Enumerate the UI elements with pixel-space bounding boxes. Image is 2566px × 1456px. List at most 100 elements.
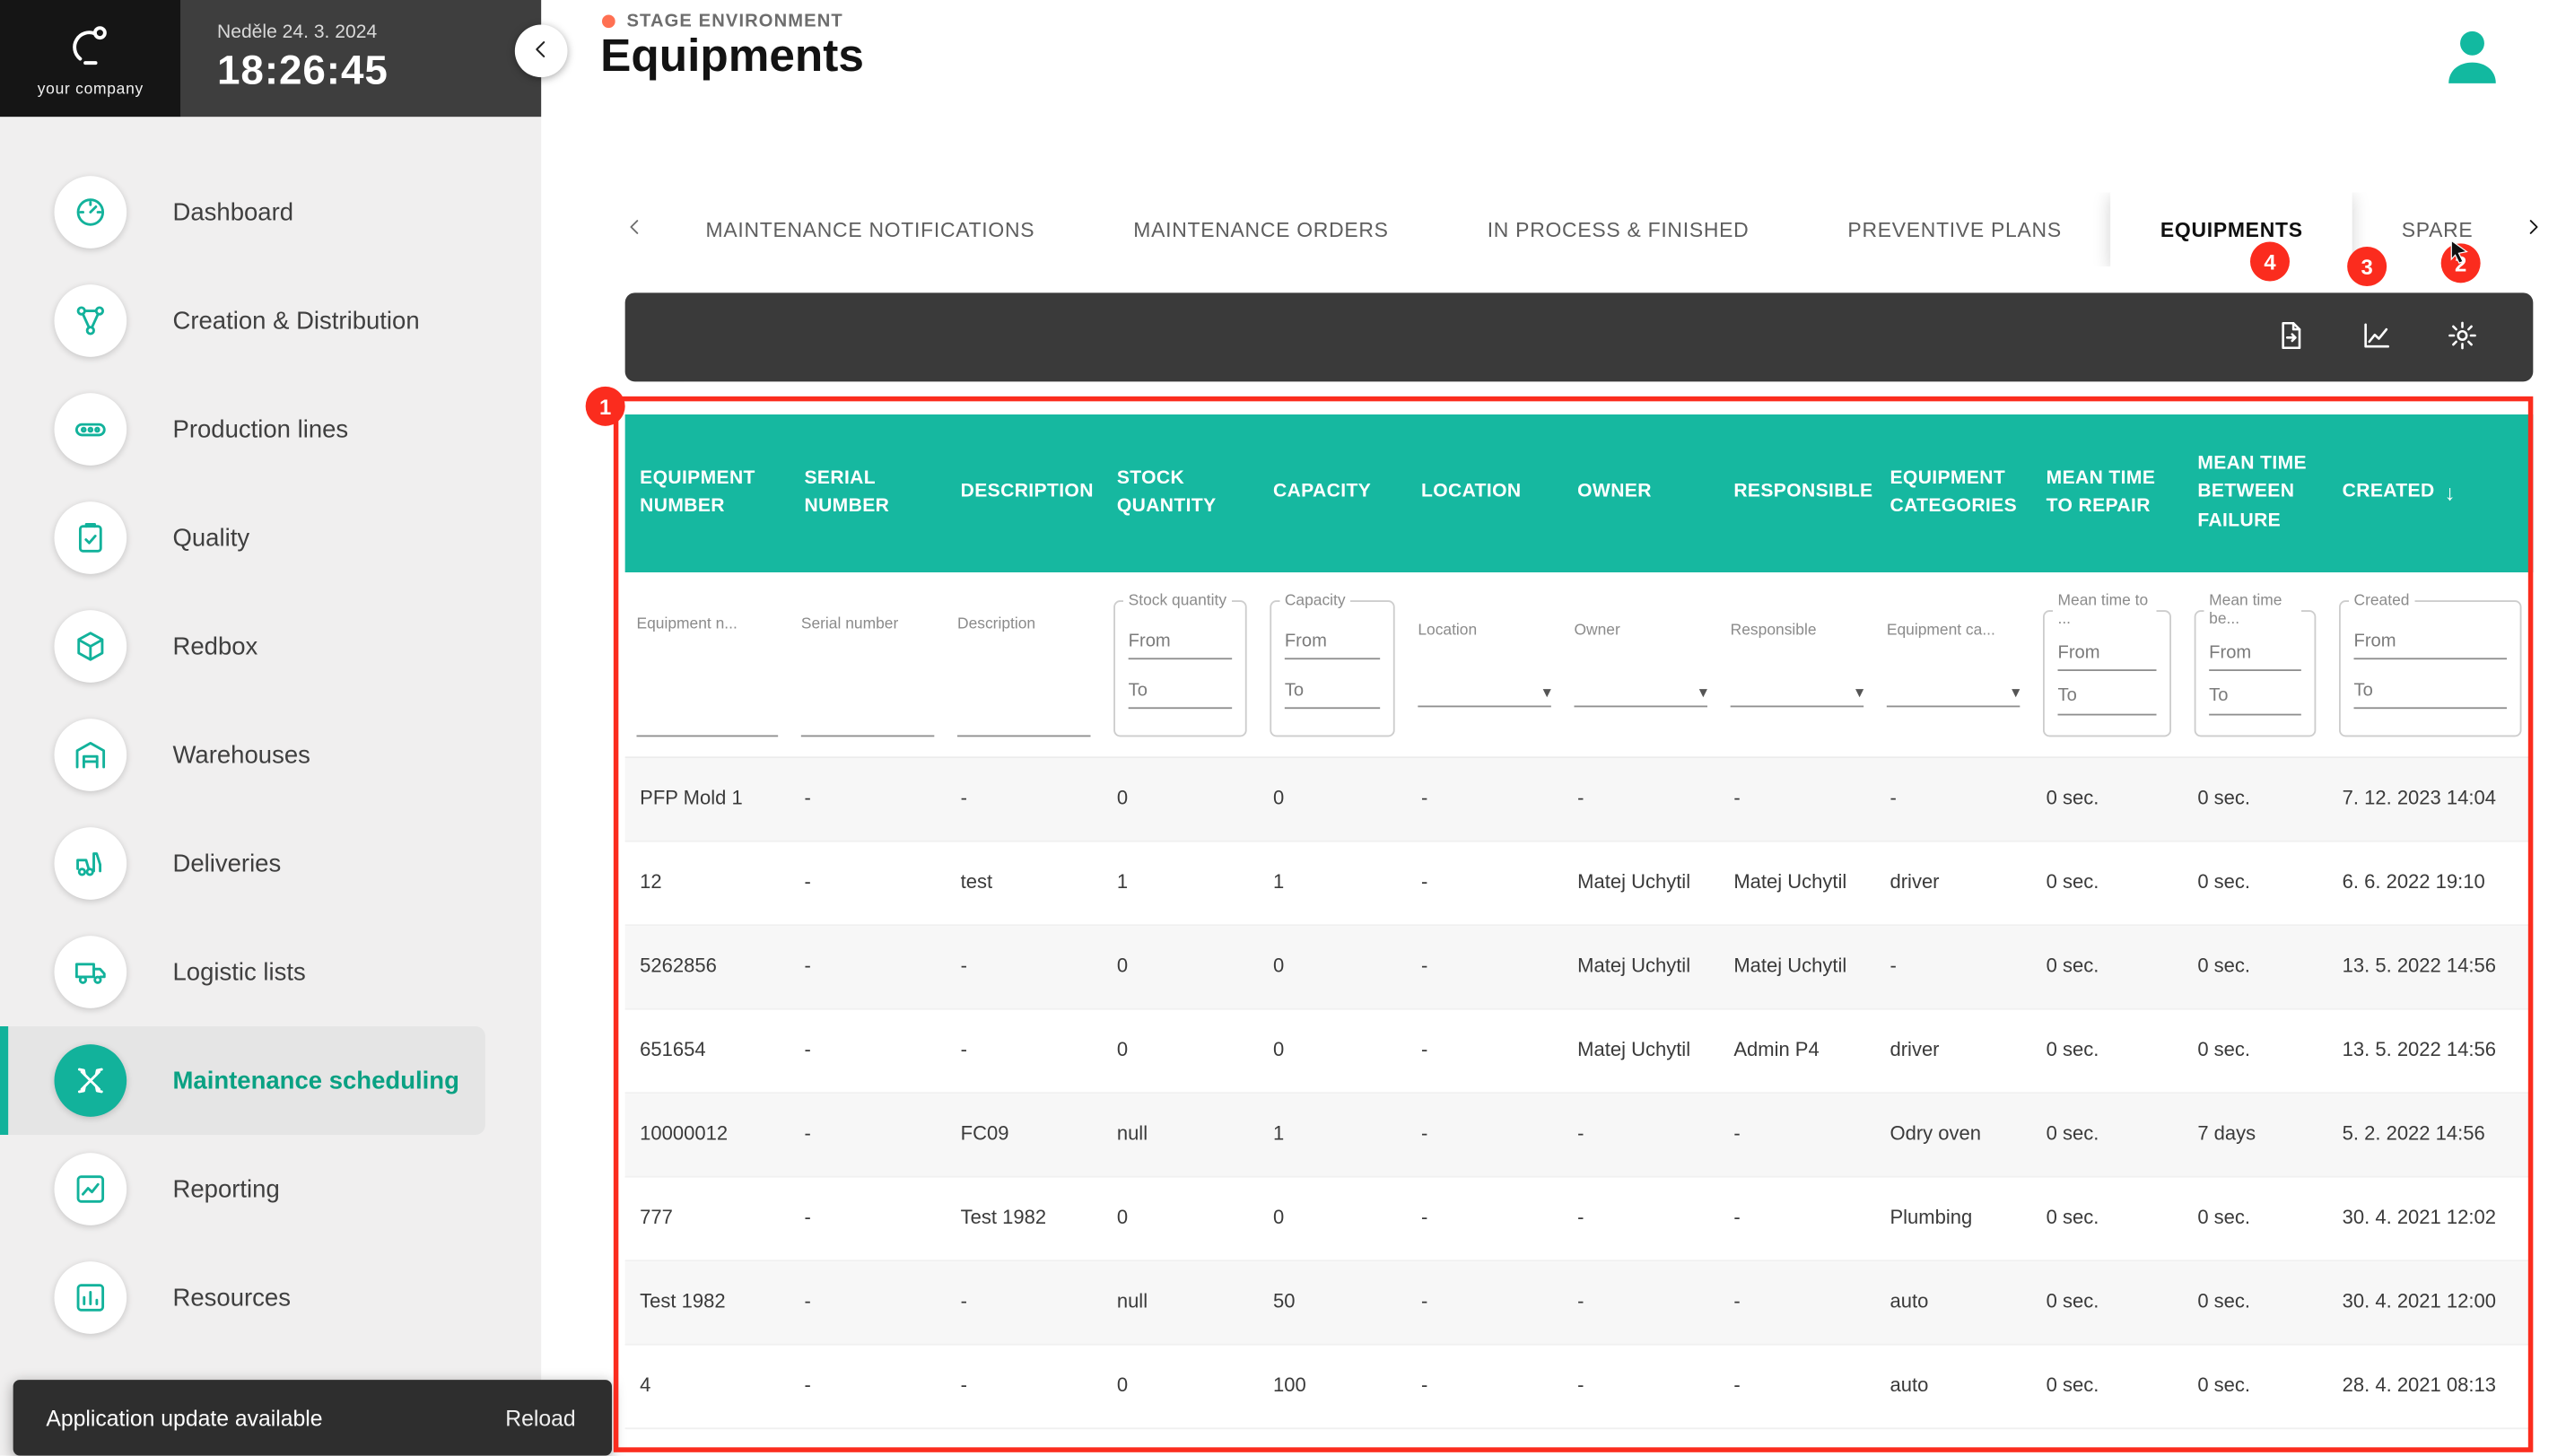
column-header-label: CREATED bbox=[2343, 479, 2435, 508]
column-header-mean-time-between-failure[interactable]: MEAN TIME BETWEEN FAILURE bbox=[2183, 451, 2327, 536]
table-cell: 0 sec. bbox=[2183, 1191, 2327, 1246]
back-button[interactable] bbox=[515, 24, 568, 77]
tabs-scroll-left-button[interactable] bbox=[614, 192, 657, 266]
sidebar-item-warehouses[interactable]: Warehouses bbox=[0, 701, 541, 809]
main-content: MAINTENANCE NOTIFICATIONSMAINTENANCE ORD… bbox=[541, 117, 2566, 1455]
column-header-capacity[interactable]: CAPACITY bbox=[1258, 479, 1406, 508]
filter-serial-number: Serial number bbox=[801, 592, 934, 737]
sidebar-item-creation-distribution[interactable]: Creation & Distribution bbox=[0, 266, 541, 375]
column-header-description[interactable]: DESCRIPTION bbox=[946, 479, 1102, 508]
analytics-button[interactable] bbox=[2349, 310, 2405, 365]
filter-created-from[interactable] bbox=[2353, 626, 2506, 659]
table-cell: 777 bbox=[625, 1191, 790, 1246]
column-header-created[interactable]: CREATED ↓ bbox=[2327, 477, 2533, 510]
sidebar-item-deliveries[interactable]: Deliveries bbox=[0, 809, 541, 918]
table-cell: 0 sec. bbox=[2031, 1024, 2183, 1078]
table-cell: 0 sec. bbox=[2183, 772, 2327, 826]
column-header-responsible[interactable]: RESPONSIBLE bbox=[1719, 479, 1875, 508]
filter-select-responsible[interactable]: ▾ bbox=[1731, 675, 1863, 708]
sidebar-item-redbox[interactable]: Redbox bbox=[0, 592, 541, 701]
filter-capacity-to[interactable] bbox=[1285, 676, 1380, 709]
filter-label: Owner bbox=[1574, 622, 1706, 640]
filter-input-serial-number[interactable] bbox=[801, 704, 934, 737]
filter-select-owner[interactable]: ▾ bbox=[1574, 675, 1706, 708]
filter-mean-time-to-repair-from[interactable] bbox=[2057, 639, 2156, 672]
table-cell: - bbox=[790, 1024, 946, 1078]
filter-cell-mean-time-between-failure: Mean time be... bbox=[2183, 572, 2327, 756]
table-cell: 50 bbox=[1258, 1275, 1406, 1330]
tab-preventive-plans[interactable]: PREVENTIVE PLANS bbox=[1798, 192, 2110, 266]
column-header-serial-number[interactable]: SERIAL NUMBER bbox=[790, 465, 946, 521]
sort-desc-icon: ↓ bbox=[2445, 477, 2456, 510]
tab-maintenance-notifications[interactable]: MAINTENANCE NOTIFICATIONS bbox=[656, 192, 1084, 266]
column-header-stock-quantity[interactable]: STOCK QUANTITY bbox=[1102, 465, 1258, 521]
table-cell: - bbox=[1719, 1275, 1875, 1330]
table-cell: - bbox=[1563, 772, 1719, 826]
sidebar-item-reporting[interactable]: Reporting bbox=[0, 1135, 541, 1243]
tabs-scroll-right-button[interactable] bbox=[2511, 192, 2554, 266]
company-logo-text: your company bbox=[38, 80, 144, 98]
date-label: Neděle 24. 3. 2024 bbox=[217, 22, 541, 42]
sidebar-item-quality[interactable]: Quality bbox=[0, 484, 541, 592]
column-header-owner[interactable]: OWNER bbox=[1563, 479, 1719, 508]
table-row[interactable]: 651654--00-Matej UchytilAdmin P4driver0 … bbox=[625, 1010, 2534, 1094]
table-row[interactable]: 777-Test 198200---Plumbing0 sec.0 sec.30… bbox=[625, 1178, 2534, 1261]
table-row[interactable]: 4--0100---auto0 sec.0 sec.28. 4. 2021 08… bbox=[625, 1346, 2534, 1429]
filter-input-description[interactable] bbox=[957, 704, 1090, 737]
tab-in-process-finished[interactable]: IN PROCESS & FINISHED bbox=[1438, 192, 1799, 266]
table-cell: Admin P4 bbox=[1719, 1024, 1875, 1078]
filter-cell-capacity: Capacity bbox=[1258, 572, 1406, 756]
table-cell: 0 bbox=[1102, 1191, 1258, 1246]
export-button[interactable] bbox=[2264, 310, 2319, 365]
filter-stock-quantity-to[interactable] bbox=[1129, 676, 1232, 709]
table-cell: - bbox=[1563, 1191, 1719, 1246]
tab-equipments[interactable]: EQUIPMENTS bbox=[2111, 192, 2352, 266]
table-cell: Matej Uchytil bbox=[1719, 856, 1875, 911]
table-row[interactable]: 10000012-FC09null1---Odry oven0 sec.7 da… bbox=[625, 1094, 2534, 1177]
column-header-equipment-number[interactable]: EQUIPMENT NUMBER bbox=[625, 465, 790, 521]
table-row[interactable]: Test 1982--null50---auto0 sec.0 sec.30. … bbox=[625, 1261, 2534, 1345]
tab-spare[interactable]: SPARE bbox=[2352, 192, 2512, 266]
user-avatar-button[interactable] bbox=[2436, 16, 2509, 99]
column-header-label: DESCRIPTION bbox=[961, 479, 1094, 508]
sidebar-item-resources[interactable]: Resources bbox=[0, 1243, 541, 1352]
table-header-row: EQUIPMENT NUMBERSERIAL NUMBER DESCRIPTION… bbox=[625, 414, 2534, 572]
filter-select-location[interactable]: ▾ bbox=[1418, 675, 1550, 708]
update-toast: Application update available Reload bbox=[13, 1380, 612, 1455]
reload-button[interactable]: Reload bbox=[495, 1404, 585, 1432]
table-row[interactable]: PFP Mold 1--00----0 sec.0 sec.7. 12. 202… bbox=[625, 758, 2534, 841]
filter-label: Stock quantity bbox=[1123, 592, 1231, 610]
filter-mean-time-between-failure-to[interactable] bbox=[2209, 682, 2301, 715]
column-header-label: OWNER bbox=[1577, 479, 1652, 508]
table-cell: PFP Mold 1 bbox=[625, 772, 790, 826]
table-cell: 30. 4. 2021 12:00 bbox=[2327, 1275, 2533, 1330]
redbox-icon bbox=[54, 610, 127, 683]
filter-capacity-from[interactable] bbox=[1285, 626, 1380, 659]
filter-select-equipment-categories[interactable]: ▾ bbox=[1887, 675, 2020, 708]
table-row[interactable]: 12-test11-Matej UchytilMatej Uchytildriv… bbox=[625, 842, 2534, 926]
table-row[interactable]: 5262856--00-Matej UchytilMatej Uchytil-0… bbox=[625, 926, 2534, 1009]
column-header-mean-time-to-repair[interactable]: MEAN TIME TO REPAIR bbox=[2031, 465, 2183, 521]
filter-cell-location: Location▾ bbox=[1406, 572, 1562, 756]
filter-input-equipment-number[interactable] bbox=[636, 704, 778, 737]
settings-button[interactable] bbox=[2434, 310, 2490, 365]
column-header-label: RESPONSIBLE bbox=[1733, 479, 1872, 508]
filter-stock-quantity-from[interactable] bbox=[1129, 626, 1232, 659]
column-header-location[interactable]: LOCATION bbox=[1406, 479, 1562, 508]
filter-mean-time-to-repair-to[interactable] bbox=[2057, 682, 2156, 715]
sidebar-item-label: Dashboard bbox=[172, 198, 293, 226]
table-cell: - bbox=[790, 939, 946, 994]
sidebar-item-production-lines[interactable]: Production lines bbox=[0, 375, 541, 484]
sidebar-item-dashboard[interactable]: Dashboard bbox=[0, 158, 541, 266]
filter-mean-time-between-failure-from[interactable] bbox=[2209, 639, 2301, 672]
column-header-equipment-categories[interactable]: EQUIPMENT CATEGORIES bbox=[1875, 465, 2031, 521]
table-cell: - bbox=[1563, 1107, 1719, 1162]
filter-location: Location▾ bbox=[1418, 622, 1550, 707]
sidebar-item-logistic-lists[interactable]: Logistic lists bbox=[0, 918, 541, 1026]
filter-label: Responsible bbox=[1731, 622, 1863, 640]
sidebar-item-maintenance-scheduling[interactable]: Maintenance scheduling bbox=[0, 1026, 485, 1135]
filter-created-to[interactable] bbox=[2353, 676, 2506, 709]
table-cell: - bbox=[946, 939, 1102, 994]
tab-maintenance-orders[interactable]: MAINTENANCE ORDERS bbox=[1084, 192, 1437, 266]
dashboard-icon bbox=[54, 176, 127, 248]
